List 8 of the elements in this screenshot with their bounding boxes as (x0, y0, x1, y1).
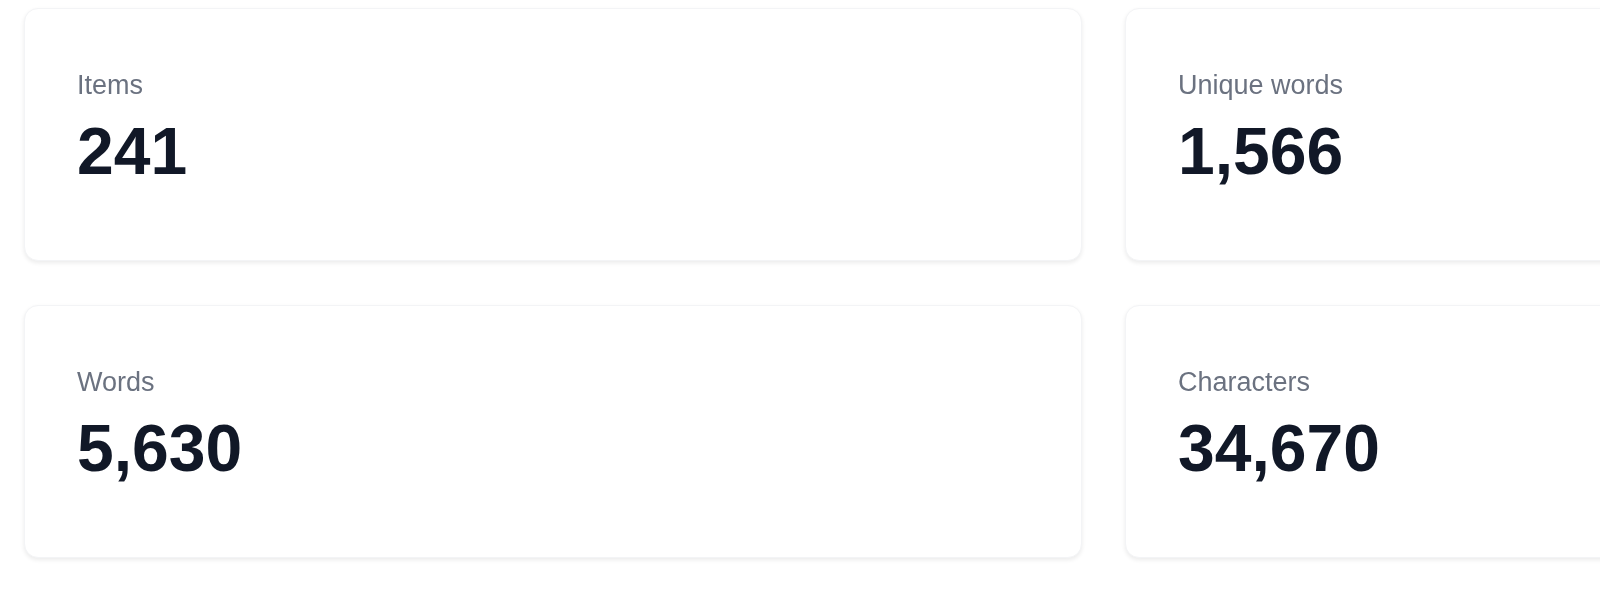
stat-value: 1,566 (1178, 113, 1344, 189)
stat-label: Words (77, 366, 155, 399)
stat-label: Items (77, 69, 143, 102)
stat-value: 241 (77, 113, 188, 189)
stat-label: Unique words (1178, 69, 1344, 102)
stat-value: 34,670 (1178, 410, 1380, 486)
stat-label: Characters (1178, 366, 1311, 399)
stat-value: 5,630 (77, 410, 243, 486)
